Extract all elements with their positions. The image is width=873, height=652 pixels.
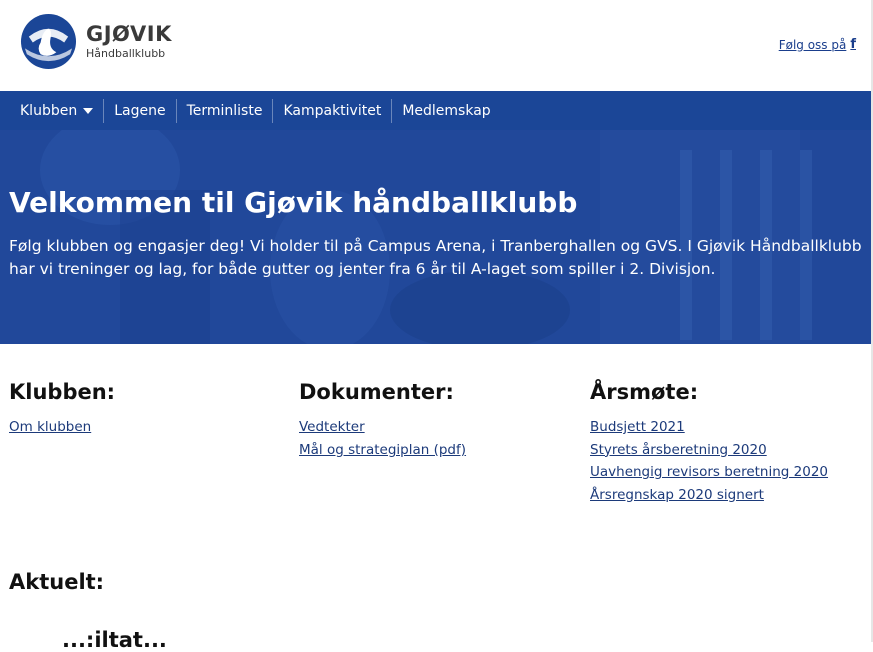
hero-banner: Velkommen til Gjøvik håndballklubb Følg … bbox=[0, 130, 871, 344]
news-item-title-partial[interactable]: ...:iltat... bbox=[62, 628, 167, 652]
logo-subtitle: Håndballklubb bbox=[86, 47, 166, 60]
logo-name: GJØVIK bbox=[86, 22, 172, 46]
nav-item-klubben[interactable]: Klubben bbox=[0, 98, 105, 123]
column-heading: Årsmøte: bbox=[590, 380, 699, 404]
follow-us-link[interactable]: Følg oss på f bbox=[779, 37, 856, 52]
column-dokumenter: Dokumenter: Vedtekter Mål og strategipla… bbox=[299, 380, 466, 461]
nav-item-label: Lagene bbox=[114, 102, 166, 119]
link-vedtekter[interactable]: Vedtekter bbox=[299, 416, 466, 439]
club-logo-icon bbox=[20, 13, 77, 70]
link-styrets-arsberetning[interactable]: Styrets årsberetning 2020 bbox=[590, 439, 828, 462]
hero-text: Følg klubben og engasjer deg! Vi holder … bbox=[9, 237, 862, 278]
column-klubben: Klubben: Om klubben bbox=[9, 380, 115, 439]
link-revisors-beretning[interactable]: Uavhengig revisors beretning 2020 bbox=[590, 461, 828, 484]
facebook-icon: f bbox=[850, 37, 856, 52]
column-heading: Dokumenter: bbox=[299, 380, 454, 404]
hero-title: Velkommen til Gjøvik håndballklubb bbox=[9, 186, 578, 219]
nav-item-label: Terminliste bbox=[186, 102, 263, 119]
caret-down-icon bbox=[83, 107, 94, 114]
nav-item-label: Medlemskap bbox=[402, 102, 491, 119]
link-strategiplan[interactable]: Mål og strategiplan (pdf) bbox=[299, 439, 466, 462]
aktuelt-heading: Aktuelt: bbox=[9, 570, 105, 594]
nav-item-terminliste[interactable]: Terminliste bbox=[177, 98, 274, 123]
column-arsmote: Årsmøte: Budsjett 2021 Styrets årsberetn… bbox=[590, 380, 828, 506]
nav-item-kampaktivitet[interactable]: Kampaktivitet bbox=[273, 98, 393, 123]
nav-item-label: Klubben bbox=[20, 102, 78, 119]
column-heading: Klubben: bbox=[9, 380, 116, 404]
nav-item-label: Kampaktivitet bbox=[283, 102, 382, 119]
follow-us-label: Følg oss på bbox=[778, 37, 847, 52]
link-arsregnskap[interactable]: Årsregnskap 2020 signert bbox=[590, 484, 828, 507]
link-om-klubben[interactable]: Om klubben bbox=[9, 416, 115, 439]
nav-item-medlemskap[interactable]: Medlemskap bbox=[392, 99, 500, 123]
link-budsjett[interactable]: Budsjett 2021 bbox=[590, 416, 828, 439]
club-logo[interactable]: GJØVIK Håndballklubb bbox=[19, 13, 172, 70]
main-navigation: Klubben Lagene Terminliste Kampaktivitet… bbox=[0, 91, 871, 130]
site-header: GJØVIK Håndballklubb Følg oss på f bbox=[0, 0, 871, 91]
nav-item-lagene[interactable]: Lagene bbox=[104, 98, 177, 123]
